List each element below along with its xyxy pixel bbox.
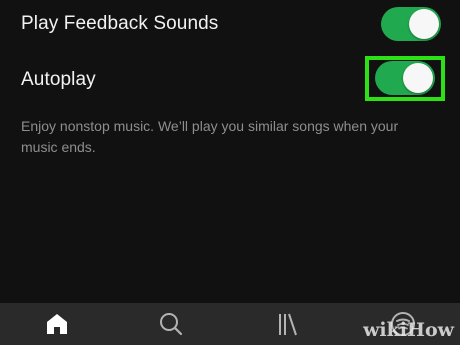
wikihow-watermark: wikiHow [363,319,454,341]
library-icon [279,313,297,336]
setting-row-play-feedback-sounds: Play Feedback Sounds [0,0,460,50]
search-icon [160,313,183,336]
setting-label-autoplay: Autoplay [21,69,96,90]
autoplay-description: Enjoy nonstop music. We’ll play you simi… [21,118,399,155]
home-icon [47,314,67,334]
tab-search[interactable] [156,309,186,339]
bottom-tab-bar: wikiHow [0,303,460,345]
toggle-knob [409,9,439,39]
tab-library[interactable] [272,309,302,339]
autoplay-highlight-box [365,56,445,101]
play-feedback-sounds-toggle[interactable] [381,7,441,41]
setting-label-play-feedback-sounds: Play Feedback Sounds [21,13,219,34]
tab-home[interactable] [42,309,72,339]
